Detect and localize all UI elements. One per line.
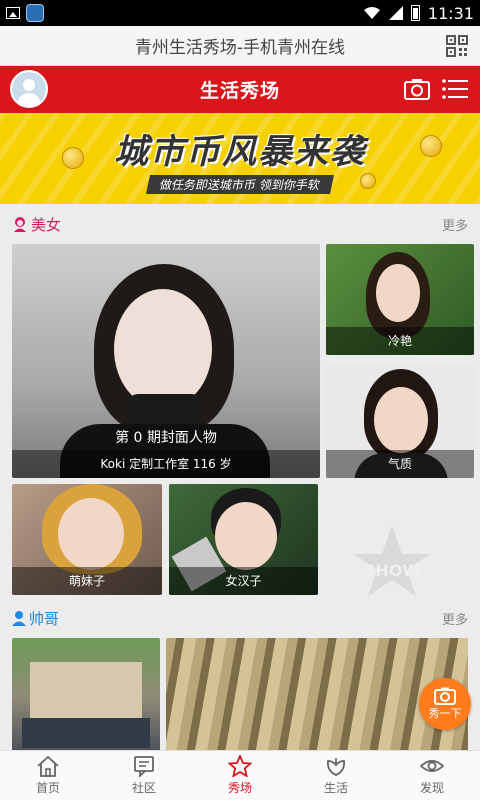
- featured-photo-tile[interactable]: 第 0 期封面人物 Koki 定制工作室 116 岁: [12, 244, 320, 478]
- featured-issue-label: 第 0 期封面人物: [115, 430, 217, 446]
- beauty-section-header: 美女 更多: [0, 204, 480, 244]
- photo-tile[interactable]: 气质: [326, 365, 474, 478]
- tab-showcase[interactable]: 秀场: [192, 751, 288, 800]
- tab-life[interactable]: 生活: [288, 751, 384, 800]
- app-notification-icon: [26, 4, 44, 22]
- svg-text:SHOW: SHOW: [364, 561, 421, 580]
- show-watermark-icon: SHOW: [354, 526, 430, 596]
- user-avatar[interactable]: [10, 70, 48, 108]
- photo-caption: 气质: [326, 450, 474, 478]
- handsome-more-link[interactable]: 更多: [442, 609, 468, 628]
- wifi-icon: [363, 7, 380, 19]
- tab-discover[interactable]: 发现: [384, 751, 480, 800]
- promo-banner[interactable]: 城市币风暴来袭 做任务即送城市币 领到你手软: [0, 113, 480, 204]
- photo-tile[interactable]: 萌妹子: [12, 484, 162, 595]
- coin-icon: [62, 147, 84, 169]
- star-icon: [228, 755, 252, 777]
- photo-tile[interactable]: [12, 638, 160, 758]
- community-icon: [134, 756, 154, 777]
- banner-headline: 城市币风暴来袭: [114, 131, 366, 172]
- camera-icon[interactable]: [404, 78, 430, 100]
- title-bar: 青州生活秀场-手机青州在线: [0, 26, 480, 66]
- photo-caption: 女汉子: [169, 567, 318, 595]
- photo-tile[interactable]: 女汉子: [169, 484, 318, 595]
- page-title: 青州生活秀场-手机青州在线: [134, 38, 346, 58]
- signal-icon: [388, 6, 403, 20]
- app-header: 生活秀场: [0, 66, 480, 113]
- battery-icon: [410, 5, 420, 21]
- photo-tile[interactable]: 冷艳: [326, 244, 474, 355]
- gallery-notification-icon: [6, 7, 20, 19]
- qr-code-icon[interactable]: [446, 35, 468, 57]
- life-icon: [327, 758, 345, 776]
- status-bar: 11:31: [0, 0, 480, 26]
- coin-icon: [420, 135, 442, 157]
- handsome-section-header: 帅哥 更多: [0, 598, 480, 638]
- banner-subline: 做任务即送城市币 领到你手软: [146, 174, 334, 194]
- show-post-button[interactable]: 秀一下: [419, 678, 471, 730]
- home-icon: [37, 755, 59, 777]
- handsome-section-title: 帅哥: [12, 608, 59, 629]
- handsome-grid: [12, 638, 468, 758]
- menu-icon[interactable]: [442, 79, 468, 99]
- camera-icon: [434, 687, 456, 705]
- eye-icon: [420, 760, 444, 772]
- header-title: 生活秀场: [199, 80, 280, 102]
- featured-caption: Koki 定制工作室 116 岁: [12, 450, 320, 478]
- boy-icon: [12, 611, 26, 626]
- beauty-section-title: 美女: [12, 214, 61, 235]
- fab-label: 秀一下: [428, 707, 462, 720]
- beauty-grid: 第 0 期封面人物 Koki 定制工作室 116 岁 冷艳 气质 萌妹子 女汉子…: [12, 244, 474, 596]
- status-time: 11:31: [427, 3, 474, 23]
- bottom-tab-bar: 首页 社区 秀场 生活 发现: [0, 750, 480, 800]
- coin-icon: [360, 173, 376, 189]
- beauty-more-link[interactable]: 更多: [442, 215, 468, 234]
- girl-icon: [14, 217, 26, 232]
- photo-caption: 冷艳: [326, 327, 474, 355]
- tab-community[interactable]: 社区: [96, 751, 192, 800]
- tab-home[interactable]: 首页: [0, 751, 96, 800]
- photo-caption: 萌妹子: [12, 567, 162, 595]
